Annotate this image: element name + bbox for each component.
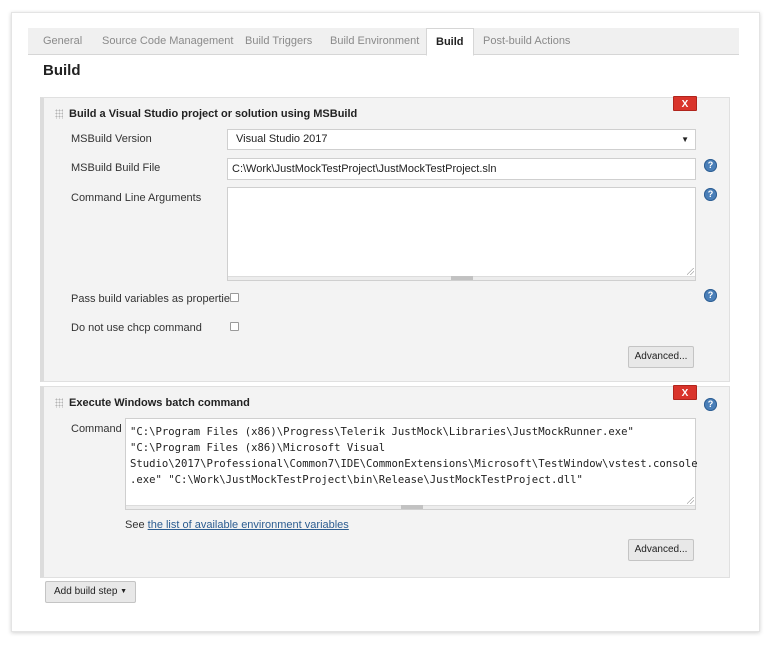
- textarea-resize-bar[interactable]: [228, 276, 695, 280]
- tab-build[interactable]: Build: [426, 28, 474, 56]
- no-chcp-label: Do not use chcp command: [71, 322, 202, 334]
- add-build-step-button[interactable]: Add build step ▼: [45, 581, 136, 603]
- msbuild-build-file-input[interactable]: C:\Work\JustMockTestProject\JustMockTest…: [227, 158, 696, 180]
- add-build-step-label: Add build step: [54, 586, 118, 597]
- msbuild-version-value: Visual Studio 2017: [236, 133, 328, 145]
- batch-advanced-button[interactable]: Advanced...: [628, 539, 694, 561]
- command-label: Command: [71, 423, 122, 435]
- textarea-resize-bar[interactable]: [126, 505, 695, 509]
- resize-corner-icon[interactable]: [687, 497, 694, 504]
- help-icon[interactable]: ?: [704, 188, 717, 201]
- tab-build-triggers[interactable]: Build Triggers: [245, 28, 312, 55]
- command-line: .exe" "C:\Work\JustMockTestProject\bin\R…: [130, 474, 583, 486]
- tab-general[interactable]: General: [43, 28, 82, 55]
- resize-handle-icon[interactable]: [401, 505, 423, 509]
- command-line: "C:\Program Files (x86)\Progress\Telerik…: [130, 426, 634, 438]
- pass-build-variables-checkbox[interactable]: [230, 293, 239, 302]
- help-icon[interactable]: ?: [704, 289, 717, 302]
- msbuild-step-title: Build a Visual Studio project or solutio…: [69, 108, 358, 120]
- msbuild-build-file-label: MSBuild Build File: [71, 162, 161, 174]
- remove-msbuild-step-button[interactable]: X: [673, 96, 697, 111]
- msbuild-advanced-button[interactable]: Advanced...: [628, 346, 694, 368]
- command-line: "C:\Program Files (x86)\Microsoft Visual: [130, 442, 386, 454]
- help-icon[interactable]: ?: [704, 159, 717, 172]
- msbuild-version-select[interactable]: Visual Studio 2017 ▼: [227, 129, 696, 150]
- command-line-arguments-label: Command Line Arguments: [71, 192, 202, 204]
- config-tab-bar: General Source Code Management Build Tri…: [28, 28, 739, 56]
- drag-handle-icon[interactable]: [55, 398, 63, 408]
- batch-command-textarea[interactable]: "C:\Program Files (x86)\Progress\Telerik…: [125, 418, 698, 510]
- help-icon[interactable]: ?: [704, 398, 717, 411]
- tab-source-code-management[interactable]: Source Code Management: [102, 28, 233, 55]
- resize-handle-icon[interactable]: [451, 276, 473, 280]
- dropdown-arrow-icon: ▼: [681, 135, 689, 144]
- no-chcp-checkbox[interactable]: [230, 322, 239, 331]
- tab-post-build-actions[interactable]: Post-build Actions: [483, 28, 570, 55]
- env-variables-hint: See the list of available environment va…: [125, 519, 349, 531]
- chevron-down-icon: ▼: [120, 588, 127, 595]
- tab-build-environment[interactable]: Build Environment: [330, 28, 419, 55]
- env-variables-link[interactable]: the list of available environment variab…: [148, 519, 349, 531]
- batch-step-title: Execute Windows batch command: [69, 397, 250, 409]
- resize-corner-icon[interactable]: [687, 268, 694, 275]
- drag-handle-icon[interactable]: [55, 109, 63, 119]
- env-variables-prefix: See: [125, 519, 145, 531]
- command-line: Studio\2017\Professional\Common7\IDE\Com…: [130, 458, 698, 470]
- msbuild-version-label: MSBuild Version: [71, 133, 152, 145]
- command-line-arguments-textarea[interactable]: [227, 187, 696, 281]
- remove-batch-step-button[interactable]: X: [673, 385, 697, 400]
- pass-build-variables-label: Pass build variables as properties: [71, 293, 236, 305]
- section-title: Build: [43, 62, 81, 79]
